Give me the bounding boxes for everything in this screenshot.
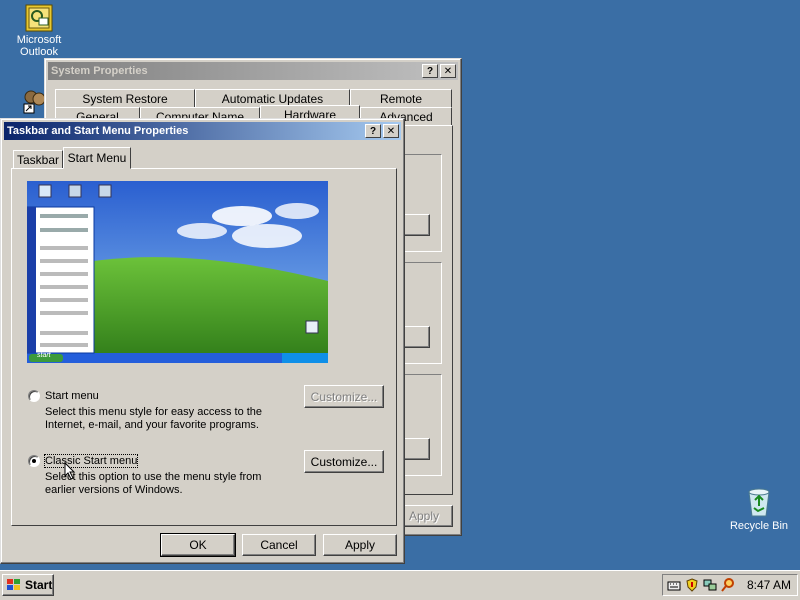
- classic-start-menu-label[interactable]: Classic Start menu: [43, 454, 139, 468]
- close-button[interactable]: ✕: [440, 64, 456, 78]
- close-button[interactable]: ✕: [383, 124, 399, 138]
- mouse-cursor-icon: [64, 462, 76, 480]
- start-menu-description-line2: Internet, e-mail, and your favorite prog…: [45, 419, 259, 431]
- taskbar: Start 8:47 AM: [0, 570, 800, 600]
- start-menu-customize-button[interactable]: Customize...: [304, 385, 384, 408]
- recycle-bin-icon: [748, 488, 770, 517]
- start-menu-preview: start: [27, 181, 328, 363]
- classic-start-menu-customize-button[interactable]: Customize...: [304, 450, 384, 473]
- taskbar-properties-window[interactable]: Taskbar and Start Menu Properties ? ✕ Ta…: [0, 118, 405, 564]
- start-menu-panel: start Start menu Select this menu style …: [11, 168, 397, 526]
- classic-start-menu-radio[interactable]: [28, 455, 40, 467]
- help-button[interactable]: ?: [422, 64, 438, 78]
- preview-start-label: start: [37, 352, 51, 359]
- help-button[interactable]: ?: [365, 124, 381, 138]
- system-properties-title: System Properties: [51, 65, 148, 77]
- start-label: Start: [25, 578, 53, 592]
- network-icon[interactable]: [703, 578, 717, 592]
- desktop-icon-recycle-bin[interactable]: Recycle Bin: [721, 486, 797, 532]
- start-menu-description-line1: Select this menu style for easy access t…: [45, 406, 263, 418]
- apply-button[interactable]: Apply: [323, 534, 397, 556]
- classic-start-menu-description-line2: earlier versions of Windows.: [45, 484, 183, 496]
- classic-start-menu-description-line1: Select this option to use the menu style…: [45, 471, 262, 483]
- taskbar-properties-titlebar[interactable]: Taskbar and Start Menu Properties ? ✕: [4, 122, 401, 140]
- start-menu-radio[interactable]: [28, 390, 40, 402]
- system-properties-titlebar[interactable]: System Properties ? ✕: [48, 62, 458, 80]
- outlook-icon: [25, 4, 53, 32]
- clock[interactable]: 8:47 AM: [747, 578, 791, 592]
- tab-taskbar[interactable]: Taskbar: [13, 150, 63, 168]
- tab-system-restore[interactable]: System Restore: [55, 89, 195, 107]
- system-tray: 8:47 AM: [662, 574, 798, 596]
- cancel-button[interactable]: Cancel: [242, 534, 316, 556]
- ok-button[interactable]: OK: [160, 533, 236, 557]
- outlook-label: Microsoft Outlook: [16, 34, 62, 58]
- security-shield-icon[interactable]: [685, 578, 699, 592]
- tab-start-menu[interactable]: Start Menu: [63, 147, 131, 169]
- search-icon[interactable]: [721, 578, 735, 592]
- desktop-icon-outlook[interactable]: Microsoft Outlook: [1, 4, 77, 58]
- start-menu-label[interactable]: Start menu: [45, 390, 99, 402]
- tab-remote[interactable]: Remote: [350, 89, 452, 107]
- taskbar-properties-title: Taskbar and Start Menu Properties: [7, 125, 189, 137]
- start-button[interactable]: Start: [2, 574, 54, 596]
- keyboard-icon[interactable]: [667, 578, 681, 592]
- windows-logo-icon: [7, 579, 20, 590]
- recycle-bin-label: Recycle Bin: [729, 520, 789, 532]
